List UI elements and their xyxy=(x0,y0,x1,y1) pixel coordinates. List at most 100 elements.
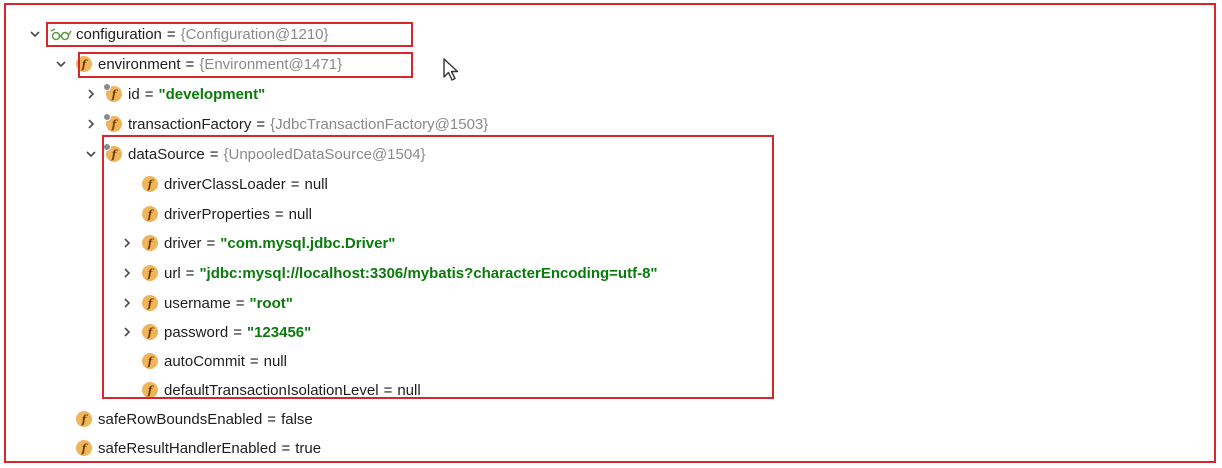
variable-name: driver xyxy=(164,234,202,252)
field-icon: f xyxy=(103,113,122,132)
variable-value: null xyxy=(397,381,421,399)
tree-node-configuration[interactable]: configuration = {Configuration@1210} xyxy=(26,20,329,48)
chevron-right-icon[interactable] xyxy=(118,323,136,341)
variable-name: autoCommit xyxy=(164,352,245,370)
tree-node-auto-commit[interactable]: f autoCommit = null xyxy=(118,347,287,375)
equals-sign: = xyxy=(233,323,242,341)
field-icon-letter: f xyxy=(147,236,153,250)
field-icon: f xyxy=(76,411,92,427)
equals-sign: = xyxy=(281,439,291,457)
tree-node-transaction-factory[interactable]: f transactionFactory = {JdbcTransactionF… xyxy=(82,110,488,138)
variable-name: driverClassLoader xyxy=(164,175,286,193)
equals-sign: = xyxy=(209,145,219,163)
field-icon-letter: f xyxy=(111,117,117,131)
field-icon-letter: f xyxy=(111,87,117,101)
field-icon: f xyxy=(142,235,158,251)
equals-sign: = xyxy=(274,205,284,223)
variable-name: safeRowBoundsEnabled xyxy=(98,410,263,428)
chevron-right-icon[interactable] xyxy=(118,234,136,252)
variable-name: dataSource xyxy=(128,145,205,163)
chevron-down-icon[interactable] xyxy=(26,25,44,43)
mouse-cursor-icon xyxy=(443,58,461,86)
equals-sign: = xyxy=(144,85,154,103)
chevron-right-icon[interactable] xyxy=(118,264,136,282)
equals-sign: = xyxy=(235,294,245,312)
variable-value: "root" xyxy=(249,294,293,312)
variable-value: true xyxy=(295,439,322,457)
chevron-right-icon[interactable] xyxy=(82,85,100,103)
equals-sign: = xyxy=(249,352,259,370)
variable-value: {Environment@1471} xyxy=(199,55,343,73)
field-icon-letter: f xyxy=(147,177,153,191)
variable-value: "jdbc:mysql://localhost:3306/mybatis?cha… xyxy=(199,264,658,282)
equals-sign: = xyxy=(383,381,393,399)
field-icon-letter: f xyxy=(147,354,153,368)
tree-node-safe-row-bounds-enabled[interactable]: f safeRowBoundsEnabled = false xyxy=(52,405,313,433)
variable-value: null xyxy=(304,175,328,193)
field-icon: f xyxy=(142,382,158,398)
variable-name: username xyxy=(164,294,231,312)
tree-node-driver-properties[interactable]: f driverProperties = null xyxy=(118,200,312,228)
field-icon-letter: f xyxy=(81,412,87,426)
field-icon: f xyxy=(142,324,158,340)
field-icon: f xyxy=(103,83,122,102)
tree-node-data-source[interactable]: f dataSource = {UnpooledDataSource@1504} xyxy=(82,140,426,168)
tree-node-environment[interactable]: f environment = {Environment@1471} xyxy=(52,50,342,78)
tree-node-driver-class-loader[interactable]: f driverClassLoader = null xyxy=(118,170,328,198)
equals-sign: = xyxy=(256,115,266,133)
field-icon-letter: f xyxy=(147,325,153,339)
pin-icon xyxy=(103,113,111,121)
chevron-down-icon[interactable] xyxy=(52,55,70,73)
variable-name: transactionFactory xyxy=(128,115,252,133)
tree-node-safe-result-handler-enabled[interactable]: f safeResultHandlerEnabled = true xyxy=(52,434,321,462)
variable-value: {UnpooledDataSource@1504} xyxy=(223,145,426,163)
field-icon: f xyxy=(142,295,158,311)
variable-value: {JdbcTransactionFactory@1503} xyxy=(270,115,489,133)
glasses-icon xyxy=(50,26,72,42)
variable-name: driverProperties xyxy=(164,205,270,223)
variable-name: url xyxy=(164,264,181,282)
variable-name: configuration xyxy=(76,25,162,43)
field-icon: f xyxy=(142,176,158,192)
equals-sign: = xyxy=(166,25,176,43)
variables-tree: configuration = {Configuration@1210} f e… xyxy=(6,5,1214,461)
variable-value: null xyxy=(263,352,287,370)
tree-node-password[interactable]: f password = "123456" xyxy=(118,318,311,346)
variable-value: "com.mysql.jdbc.Driver" xyxy=(220,234,396,252)
field-icon: f xyxy=(142,265,158,281)
tree-node-url[interactable]: f url = "jdbc:mysql://localhost:3306/myb… xyxy=(118,259,658,287)
field-icon-letter: f xyxy=(147,207,153,221)
equals-sign: = xyxy=(267,410,277,428)
chevron-right-icon[interactable] xyxy=(82,115,100,133)
field-icon: f xyxy=(76,56,92,72)
pin-icon xyxy=(103,83,111,91)
field-icon-letter: f xyxy=(111,147,117,161)
field-icon-letter: f xyxy=(147,383,153,397)
tree-node-id[interactable]: f id = "development" xyxy=(82,80,265,108)
field-icon: f xyxy=(142,353,158,369)
variable-value: null xyxy=(288,205,312,223)
field-icon-letter: f xyxy=(81,441,87,455)
chevron-down-icon[interactable] xyxy=(82,145,100,163)
equals-sign: = xyxy=(185,55,195,73)
variable-name: safeResultHandlerEnabled xyxy=(98,439,277,457)
variable-name: environment xyxy=(98,55,181,73)
equals-sign: = xyxy=(290,175,300,193)
field-icon-letter: f xyxy=(147,296,153,310)
field-icon-letter: f xyxy=(147,266,153,280)
field-icon: f xyxy=(103,143,122,162)
variable-value: false xyxy=(281,410,313,428)
equals-sign: = xyxy=(206,234,216,252)
chevron-right-icon[interactable] xyxy=(118,294,136,312)
variable-value: {Configuration@1210} xyxy=(180,25,329,43)
field-icon-letter: f xyxy=(81,57,87,71)
field-icon: f xyxy=(142,206,158,222)
tree-node-driver[interactable]: f driver = "com.mysql.jdbc.Driver" xyxy=(118,229,395,257)
variable-name: id xyxy=(128,85,140,103)
tree-node-default-transaction-isolation-level[interactable]: f defaultTransactionIsolationLevel = nul… xyxy=(118,376,421,404)
variable-value: "123456" xyxy=(246,323,312,341)
field-icon: f xyxy=(76,440,92,456)
equals-sign: = xyxy=(185,264,195,282)
pin-icon xyxy=(103,143,111,151)
tree-node-username[interactable]: f username = "root" xyxy=(118,289,293,317)
